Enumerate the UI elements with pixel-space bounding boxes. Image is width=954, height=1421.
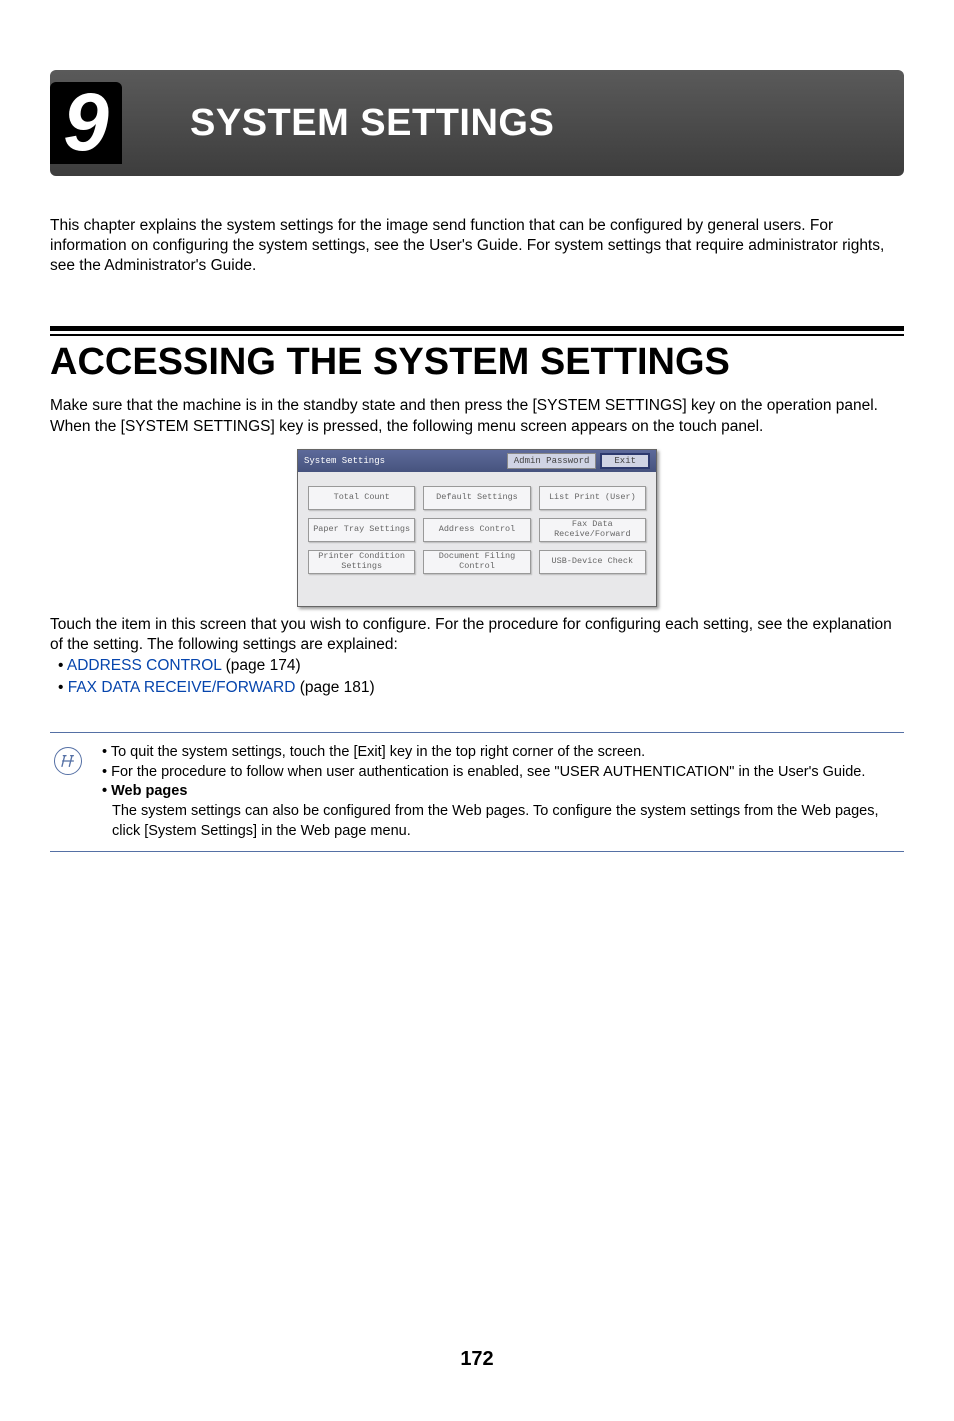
note-bullet-3-label: • Web pages [102, 782, 894, 802]
page-number: 172 [0, 1348, 954, 1371]
fax-data-link[interactable]: FAX DATA RECEIVE/FORWARD [68, 679, 296, 696]
printer-condition-button[interactable]: Printer Condition Settings [308, 550, 415, 574]
chapter-number-box: 9 [50, 82, 122, 164]
admin-password-button[interactable]: Admin Password [507, 453, 597, 469]
bullet-2-page: (page 181) [295, 679, 374, 696]
exit-button[interactable]: Exit [600, 453, 650, 469]
note-box: • To quit the system settings, touch the… [50, 732, 904, 852]
chapter-title-bar: SYSTEM SETTINGS [50, 70, 904, 176]
document-filing-button[interactable]: Document Filing Control [423, 550, 530, 574]
section-divider [50, 326, 904, 336]
panel-header: System Settings Admin Password Exit [298, 450, 656, 472]
bullet-1: • ADDRESS CONTROL (page 174) [50, 655, 904, 677]
total-count-button[interactable]: Total Count [308, 486, 415, 510]
section-para-2: When the [SYSTEM SETTINGS] key is presse… [50, 417, 904, 437]
panel-body: Total Count Default Settings List Print … [298, 472, 656, 606]
usb-device-button[interactable]: USB-Device Check [539, 550, 646, 574]
note-bullet-3-text: The system settings can also be configur… [102, 802, 894, 841]
panel-row-1: Total Count Default Settings List Print … [308, 486, 646, 510]
touch-panel-screenshot: System Settings Admin Password Exit Tota… [297, 449, 657, 607]
chapter-number: 9 [63, 82, 109, 164]
note-bullet-2: • For the procedure to follow when user … [102, 763, 894, 783]
section-para-1: Make sure that the machine is in the sta… [50, 396, 904, 416]
default-settings-button[interactable]: Default Settings [423, 486, 530, 510]
chapter-header: 9 SYSTEM SETTINGS [50, 70, 904, 176]
chapter-title: SYSTEM SETTINGS [190, 102, 554, 145]
panel-header-title: System Settings [304, 456, 503, 466]
panel-row-2: Paper Tray Settings Address Control Fax … [308, 518, 646, 542]
paper-tray-button[interactable]: Paper Tray Settings [308, 518, 415, 542]
fax-data-button[interactable]: Fax Data Receive/Forward [539, 518, 646, 542]
panel-row-3: Printer Condition Settings Document Fili… [308, 550, 646, 574]
address-control-button[interactable]: Address Control [423, 518, 530, 542]
note-bullet-1: • To quit the system settings, touch the… [102, 743, 894, 763]
bullet-2: • FAX DATA RECEIVE/FORWARD (page 181) [50, 677, 904, 699]
bullet-1-page: (page 174) [221, 657, 300, 674]
note-icon [54, 747, 82, 775]
intro-paragraph: This chapter explains the system setting… [50, 216, 904, 276]
address-control-link[interactable]: ADDRESS CONTROL [67, 657, 221, 674]
list-print-button[interactable]: List Print (User) [539, 486, 646, 510]
section-title: ACCESSING THE SYSTEM SETTINGS [50, 341, 904, 384]
post-paragraph: Touch the item in this screen that you w… [50, 615, 904, 655]
